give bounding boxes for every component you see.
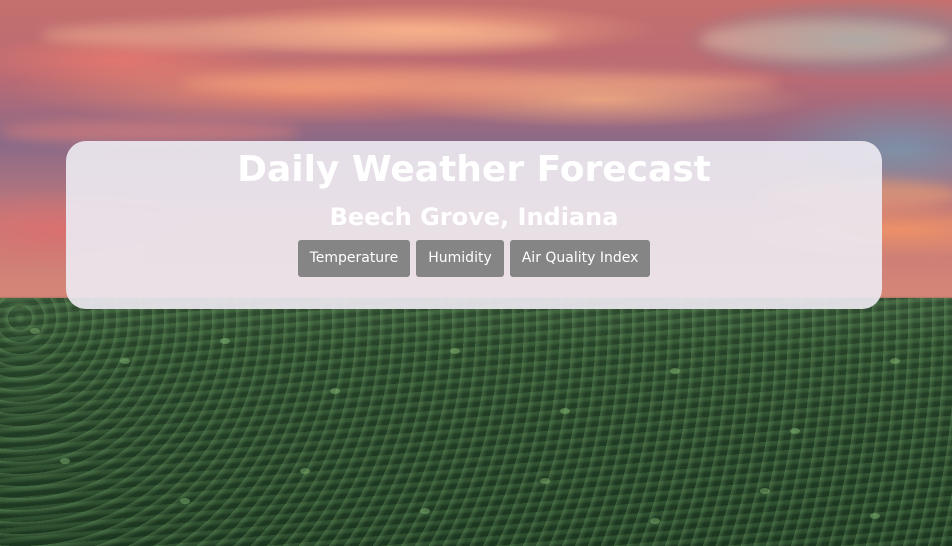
page-title: Daily Weather Forecast <box>237 149 711 190</box>
location-title: Beech Grove, Indiana <box>329 203 619 231</box>
crop-field-image <box>0 298 952 546</box>
metric-button-group: Temperature Humidity Air Quality Index <box>66 240 882 277</box>
air-quality-index-button[interactable]: Air Quality Index <box>509 240 651 277</box>
humidity-button[interactable]: Humidity <box>416 240 504 277</box>
background-scene: Daily Weather Forecast Beech Grove, Indi… <box>0 0 952 546</box>
forecast-card: Daily Weather Forecast Beech Grove, Indi… <box>66 141 882 309</box>
temperature-button[interactable]: Temperature <box>297 240 411 277</box>
